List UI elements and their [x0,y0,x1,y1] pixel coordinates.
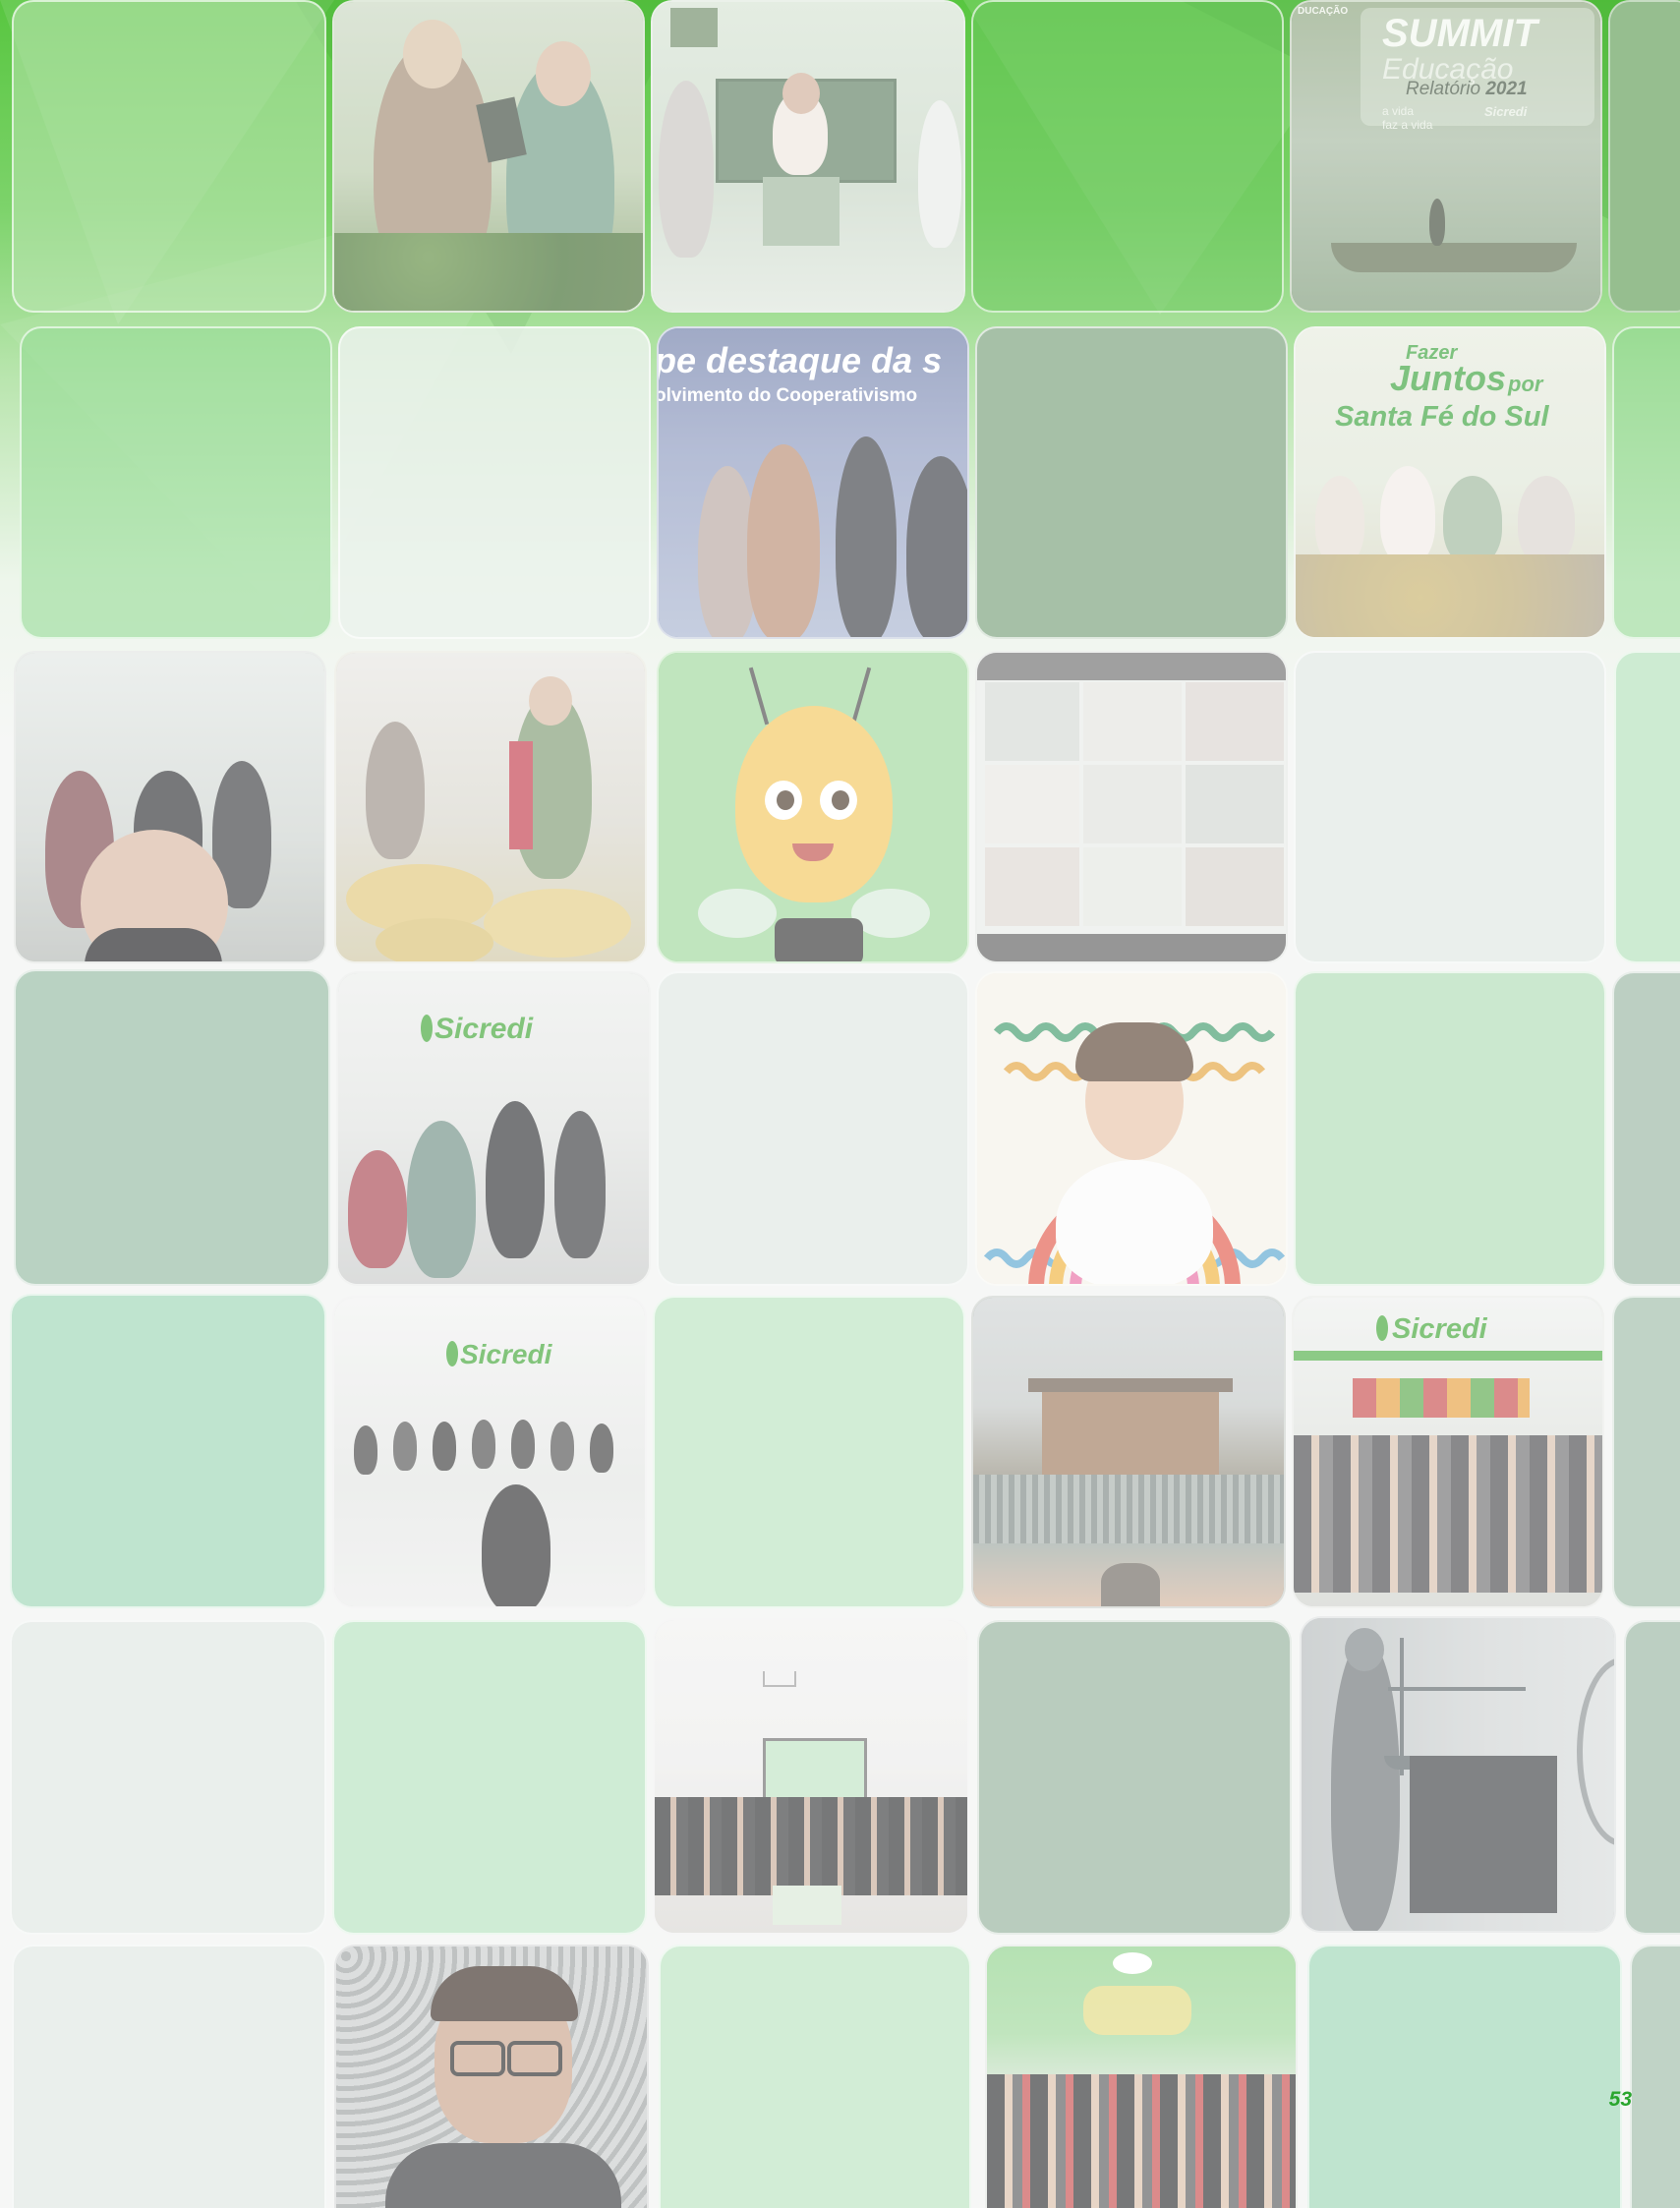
photo-tile-team-group [653,1618,969,1935]
photo-tile-branch-meeting: Sicredi [336,971,651,1286]
photo-tile-fazer-juntos: Fazer Juntos por Santa Fé do Sul [1294,326,1606,639]
photo-tile-circle-meeting: Sicredi [332,1296,647,1608]
tile-blank-r3c5 [1294,651,1606,963]
tile-blank-r7c3 [659,1945,971,2208]
tile-blank-r2c4 [975,326,1288,639]
report-page: DUCAÇÃO SUMMIT Educação Relatório 2021 a… [0,0,1680,2208]
tile-blank-r2c1 [20,326,332,639]
photo-tile-branch-group: Sicredi [1292,1296,1604,1608]
tile-blank-r6c4 [977,1620,1292,1935]
tile-blank-r6c2 [332,1620,647,1935]
tile-blank-r7c1 [12,1945,326,2208]
photo-tile-bee-mascot [657,651,969,963]
photo-tile-kids-group [985,1945,1298,2208]
photo-tile-man-selfie [334,1945,649,2208]
photo-tile-office-selfie [14,651,326,963]
tile-blank-r2c2 [338,326,651,639]
tile-partial-r1c6 [1608,0,1680,313]
photo-tile-tv-studio [651,0,965,313]
page-number: 53 [1608,2088,1632,2111]
tile-blank-r4c1 [14,969,330,1286]
tile-blank-r6c1 [10,1620,326,1935]
tile-blank-r1c1 [12,0,326,313]
photo-tile-tablet-conversation [332,0,645,313]
tile-partial-r4c6 [1612,971,1680,1286]
photo-tile-group-building [971,1296,1286,1608]
photo-tile-justice-statue [1300,1616,1616,1933]
tile-partial-r6c6 [1624,1620,1680,1935]
tile-blank-r5c1 [10,1294,326,1608]
photo-tile-portrait-sunburst [975,971,1288,1286]
photo-tile-video-call-grid [975,651,1288,963]
tile-partial-r7c6 [1630,1945,1680,2208]
tile-blank-r1c4 [971,0,1284,313]
photo-tile-summit-educacao: DUCAÇÃO SUMMIT Educação Relatório 2021 a… [1290,0,1602,313]
tile-partial-r2c6 [1612,326,1680,639]
tile-partial-r5c6 [1612,1296,1680,1608]
photo-tile-food-preparation [334,651,647,963]
tile-partial-r3c6 [1614,651,1680,963]
tile-blank-r5c3 [653,1296,965,1608]
tile-blank-r7c5 [1307,1945,1622,2208]
tile-blank-r4c5 [1294,971,1606,1286]
tile-blank-r4c3 [657,971,969,1286]
photo-tile-award-ceremony: pe destaque da s olvimento do Cooperativ… [657,326,969,639]
